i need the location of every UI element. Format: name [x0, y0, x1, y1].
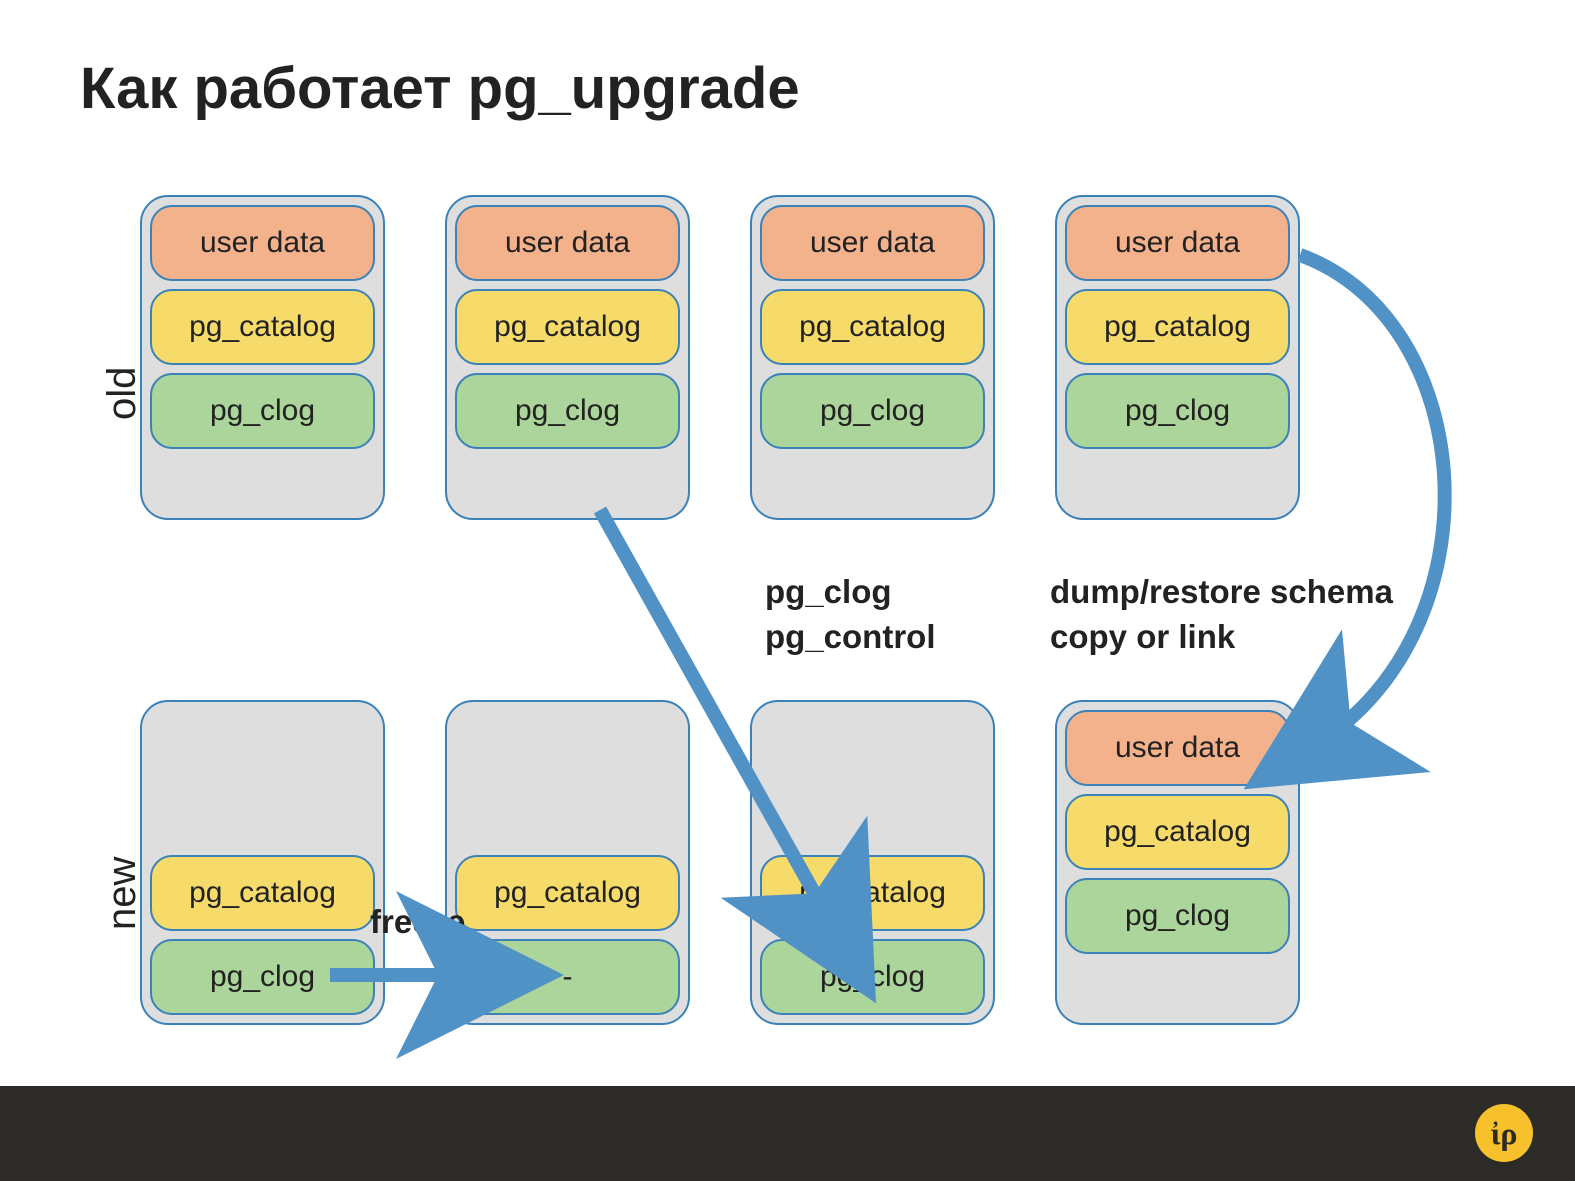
pill-user-data: user data: [1065, 710, 1290, 786]
pill-pg-catalog: pg_catalog: [1065, 289, 1290, 365]
footer-logo-glyph: ἰρ: [1490, 1115, 1517, 1152]
annotation-step3: pg_clog pg_control: [765, 570, 936, 659]
footer-bar: ἰρ: [0, 1086, 1575, 1181]
pill-pg-clog: pg_clog: [760, 373, 985, 449]
pill-pg-clog: pg_clog: [150, 939, 375, 1015]
cluster-new-1: pg_catalog pg_clog: [140, 700, 385, 1025]
cluster-old-1: user data pg_catalog pg_clog: [140, 195, 385, 520]
pill-pg-clog: pg_clog: [1065, 373, 1290, 449]
pill-pg-catalog: pg_catalog: [150, 855, 375, 931]
pill-pg-clog: pg_clog: [150, 373, 375, 449]
cluster-new-2: pg_catalog -: [445, 700, 690, 1025]
row-label-old: old: [100, 367, 145, 420]
cluster-old-3: user data pg_catalog pg_clog: [750, 195, 995, 520]
arrow-userdata-copy: [1300, 255, 1445, 745]
pill-user-data: user data: [760, 205, 985, 281]
pill-pg-catalog: pg_catalog: [455, 855, 680, 931]
cluster-old-4: user data pg_catalog pg_clog: [1055, 195, 1300, 520]
cluster-new-4: user data pg_catalog pg_clog: [1055, 700, 1300, 1025]
pill-pg-clog: pg_clog: [455, 373, 680, 449]
cluster-new-3: pg_catalog pg_clog: [750, 700, 995, 1025]
annotation-step4: dump/restore schema copy or link: [1050, 570, 1393, 659]
cluster-old-2: user data pg_catalog pg_clog: [445, 195, 690, 520]
pill-user-data: user data: [1065, 205, 1290, 281]
footer-logo-icon: ἰρ: [1475, 1104, 1533, 1162]
pill-pg-catalog: pg_catalog: [1065, 794, 1290, 870]
slide-title: Как работает pg_upgrade: [80, 55, 800, 122]
pill-pg-catalog: pg_catalog: [760, 289, 985, 365]
pill-pg-clog-frozen: -: [455, 939, 680, 1015]
pill-pg-clog: pg_clog: [1065, 878, 1290, 954]
annotation-freeze: freeze: [370, 900, 465, 945]
pill-pg-clog: pg_clog: [760, 939, 985, 1015]
pill-pg-catalog: pg_catalog: [760, 855, 985, 931]
slide: Как работает pg_upgrade old new user dat…: [0, 0, 1575, 1181]
row-label-new: new: [100, 857, 145, 930]
pill-user-data: user data: [455, 205, 680, 281]
pill-pg-catalog: pg_catalog: [150, 289, 375, 365]
pill-pg-catalog: pg_catalog: [455, 289, 680, 365]
pill-user-data: user data: [150, 205, 375, 281]
